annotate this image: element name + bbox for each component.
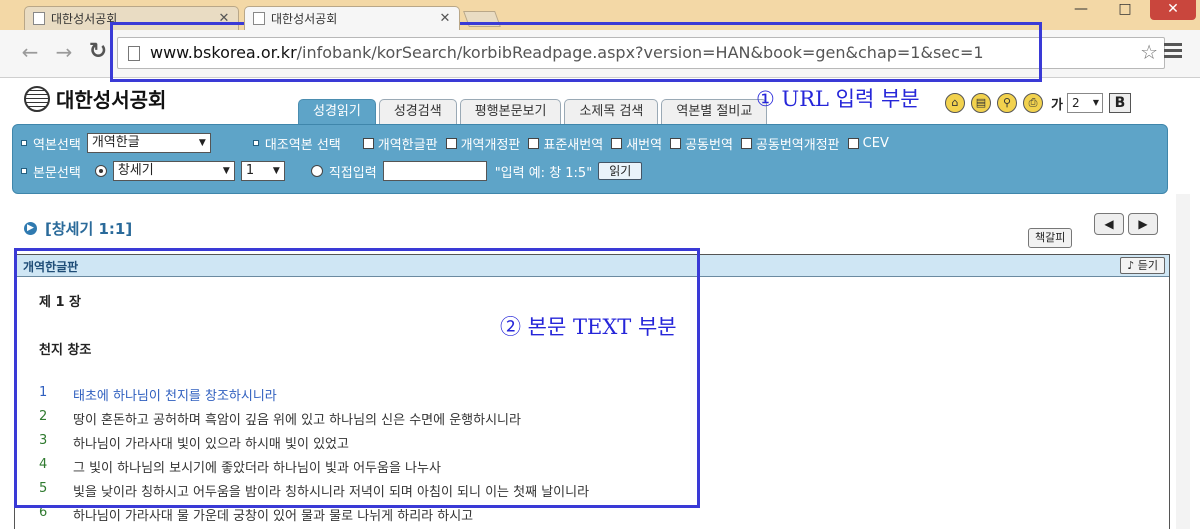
minimize-button[interactable]: — [1066, 0, 1096, 20]
compare-checkbox[interactable]: 개역개정판 [445, 134, 521, 153]
checkbox-label: 표준새번역 [543, 137, 604, 153]
compare-checkbox[interactable]: 공동번역 [670, 134, 733, 153]
checkbox-icon[interactable] [362, 137, 374, 149]
compare-checkbox[interactable]: 개역한글판 [362, 134, 438, 153]
search-tool-icon[interactable]: ⚲ [997, 93, 1017, 113]
bullet-icon [21, 168, 27, 174]
url-annotation-box [110, 22, 1042, 82]
page-scrollbar[interactable] [1176, 194, 1190, 529]
checkbox-icon[interactable] [611, 137, 623, 149]
back-arrow-icon[interactable]: ← [18, 39, 42, 65]
checkbox-label: 개역개정판 [460, 137, 521, 153]
checkbox-label: 공동번역개정판 [755, 137, 840, 153]
site-nav-tabs: 성경읽기 성경검색 평행본문보기 소제목 검색 역본별 절비교 [298, 99, 770, 124]
tab-bible-reading[interactable]: 성경읽기 [298, 99, 376, 124]
bookmark-star-icon[interactable]: ☆ [1140, 40, 1158, 64]
font-size-select[interactable]: 2 [1066, 93, 1103, 113]
browser-menu-icon[interactable] [1164, 43, 1182, 61]
checkbox-label: 새번역 [626, 137, 663, 153]
page-favicon-icon [253, 12, 265, 25]
arrow-circle-icon: ▶ [24, 222, 37, 235]
text-select-row: 본문선택 창세기 1 직접입력 "입력 예: 창 1:5" 읽기 [13, 160, 643, 182]
site-logo[interactable]: 대한성서공회 [24, 84, 166, 113]
checkbox-label: 공동번역 [685, 137, 733, 153]
chapter-pager: ◀ ▶ [1094, 213, 1162, 235]
direct-input-label: 직접입력 [328, 165, 377, 181]
text-annotation-box [14, 248, 700, 508]
direct-input-radio[interactable] [310, 165, 323, 177]
document-icon[interactable]: ▤ [971, 93, 991, 113]
selection-panel: 역본선택 개역한글 대조역본 선택 개역한글판 개역개정판 표준새번역 새번역 … [12, 124, 1168, 194]
tab-close-icon[interactable]: ✕ [439, 11, 451, 26]
compare-checkbox[interactable]: 공동번역개정판 [740, 134, 840, 153]
checkbox-icon[interactable] [740, 137, 752, 149]
book-select[interactable]: 창세기 [112, 161, 235, 181]
checkbox-icon[interactable] [670, 137, 682, 149]
url-annotation-label: ① URL 입력 부분 [756, 87, 920, 111]
tab-subtitle-search[interactable]: 소제목 검색 [564, 99, 659, 124]
compare-version-label: 대조역본 선택 [264, 137, 341, 153]
direct-input-field[interactable] [382, 161, 487, 181]
prev-chapter-button[interactable]: ◀ [1094, 213, 1124, 235]
page-favicon-icon [33, 12, 45, 25]
speaker-icon: ♪ [1127, 259, 1138, 272]
compare-checkbox[interactable]: CEV [847, 135, 889, 151]
bullet-icon [21, 140, 27, 146]
listen-label: 듣기 [1137, 259, 1158, 272]
chapter-select[interactable]: 1 [240, 161, 285, 181]
compare-checkbox[interactable]: 새번역 [611, 134, 662, 153]
maximize-button[interactable]: □ [1110, 0, 1140, 20]
current-reference: ▶ [창세기 1:1] [24, 218, 132, 239]
logo-text: 대한성서공회 [56, 88, 167, 112]
browser-tab-active[interactable]: 대한성서공회 ✕ [244, 6, 460, 30]
checkbox-icon[interactable] [445, 137, 457, 149]
page-tools: ⌂ ▤ ⚲ ⎙ 가 2 B [945, 93, 1131, 113]
listen-button[interactable]: ♪ 듣기 [1120, 257, 1165, 274]
text-select-label: 본문선택 [33, 165, 81, 181]
font-size-label: 가 [1051, 97, 1063, 113]
checkbox-icon[interactable] [528, 137, 540, 149]
checkbox-label: 개역한글판 [377, 137, 438, 153]
checkbox-label: CEV [862, 135, 889, 151]
bold-toggle-button[interactable]: B [1108, 93, 1131, 113]
compare-checkbox[interactable]: 표준새번역 [528, 134, 603, 153]
tab-verse-compare[interactable]: 역본별 절비교 [661, 99, 768, 124]
printer-icon[interactable]: ⎙ [1023, 93, 1043, 113]
tab-parallel-view[interactable]: 평행본문보기 [459, 99, 562, 124]
reference-text: [창세기 1:1] [45, 220, 133, 238]
reload-icon[interactable]: ↻ [86, 39, 110, 65]
home-icon[interactable]: ⌂ [945, 93, 965, 113]
globe-icon [24, 85, 50, 112]
version-select[interactable]: 개역한글 [86, 133, 211, 153]
read-button[interactable]: 읽기 [598, 162, 643, 180]
input-example-hint: "입력 예: 창 1:5" [494, 165, 593, 181]
bookmark-button[interactable]: 책갈피 [1028, 228, 1073, 248]
version-select-label: 역본선택 [33, 137, 81, 153]
close-window-button[interactable]: ✕ [1150, 0, 1196, 20]
verse-row[interactable]: 6 하나님이 가라사대 물 가운데 궁창이 있어 물과 물로 나뉘게 하리라 하시… [39, 505, 473, 525]
version-row: 역본선택 개역한글 대조역본 선택 개역한글판 개역개정판 표준새번역 새번역 … [13, 132, 889, 154]
verse-number: 6 [39, 505, 48, 520]
checkbox-icon[interactable] [847, 137, 859, 149]
verse-text: 하나님이 가라사대 물 가운데 궁창이 있어 물과 물로 나뉘게 하리라 하시고 [73, 509, 474, 524]
tab-title: 대한성서공회 [271, 12, 338, 26]
tab-bible-search[interactable]: 성경검색 [378, 99, 457, 124]
next-chapter-button[interactable]: ▶ [1128, 213, 1158, 235]
forward-arrow-icon[interactable]: → [52, 39, 76, 65]
book-select-radio[interactable] [94, 165, 107, 177]
text-annotation-label: ② 본문 TEXT 부분 [500, 315, 677, 339]
bullet-icon [252, 140, 259, 146]
